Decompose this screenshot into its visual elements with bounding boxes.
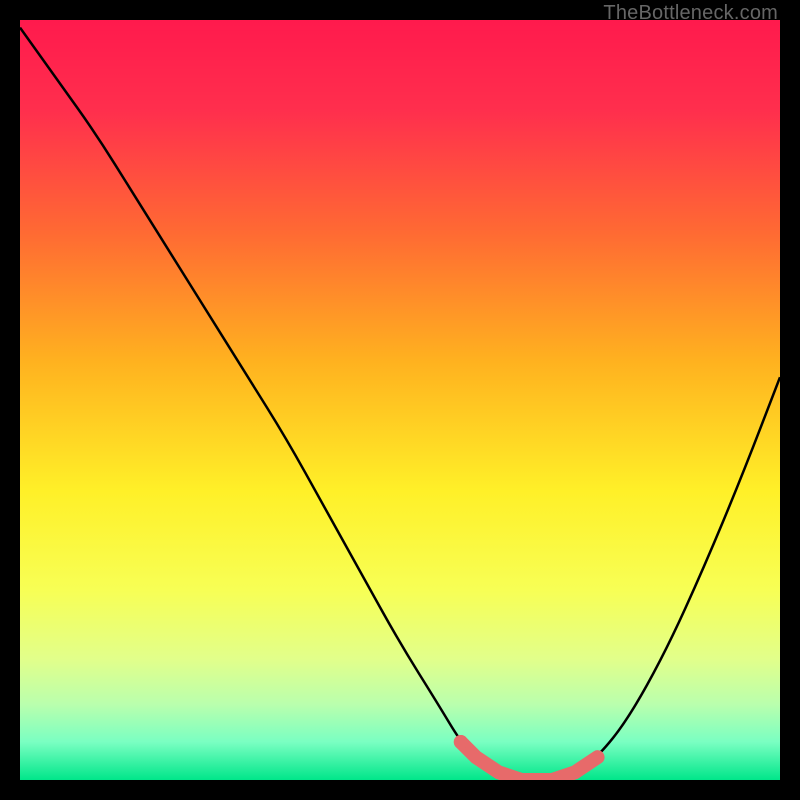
chart-frame <box>20 20 780 780</box>
bottleneck-chart <box>20 20 780 780</box>
gradient-background <box>20 20 780 780</box>
watermark-text: TheBottleneck.com <box>603 2 778 25</box>
highlight-dot <box>454 735 468 749</box>
